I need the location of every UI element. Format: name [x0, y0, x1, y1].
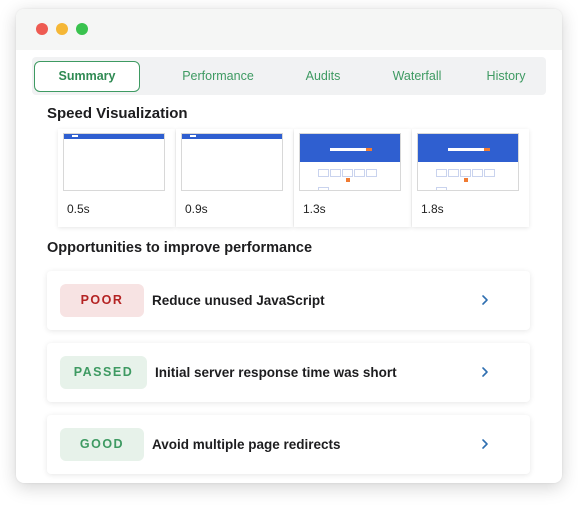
frame-time: 0.9s [185, 202, 208, 216]
frame-screenshot [299, 133, 401, 191]
chevron-right-icon[interactable] [479, 366, 491, 378]
frame-screenshot [417, 133, 519, 191]
tab-waterfall[interactable]: Waterfall [372, 57, 462, 95]
minimize-window-button[interactable] [56, 23, 68, 35]
filmstrip-frame: 0.9s [176, 129, 293, 227]
frame-screenshot [63, 133, 165, 191]
speed-visualization-title: Speed Visualization [47, 105, 188, 122]
chevron-right-icon[interactable] [479, 294, 491, 306]
filmstrip-frame: 1.3s [294, 129, 411, 227]
status-badge: POOR [60, 284, 144, 317]
tab-bar: Summary Performance Audits Waterfall His… [32, 57, 546, 95]
filmstrip: 0.5s 0.9s 1.3s 1.8s [47, 129, 537, 229]
filmstrip-frame: 1.8s [412, 129, 529, 227]
tab-audits[interactable]: Audits [280, 57, 366, 95]
opportunity-card[interactable]: PASSED Initial server response time was … [47, 343, 530, 402]
opportunity-card[interactable]: GOOD Avoid multiple page redirects [47, 415, 530, 474]
status-badge: GOOD [60, 428, 144, 461]
opportunities-title: Opportunities to improve performance [47, 240, 313, 256]
close-window-button[interactable] [36, 23, 48, 35]
tab-history[interactable]: History [468, 57, 544, 95]
opportunity-card[interactable]: POOR Reduce unused JavaScript [47, 271, 530, 330]
status-badge: PASSED [60, 356, 147, 389]
tab-performance[interactable]: Performance [162, 57, 274, 95]
frame-time: 1.8s [421, 202, 444, 216]
frame-screenshot [181, 133, 283, 191]
frame-time: 0.5s [67, 202, 90, 216]
filmstrip-frame: 0.5s [58, 129, 175, 227]
opportunity-title: Initial server response time was short [155, 365, 397, 380]
frame-time: 1.3s [303, 202, 326, 216]
opportunity-title: Reduce unused JavaScript [152, 293, 325, 308]
title-bar [16, 9, 562, 50]
tab-summary[interactable]: Summary [34, 61, 140, 92]
maximize-window-button[interactable] [76, 23, 88, 35]
chevron-right-icon[interactable] [479, 438, 491, 450]
opportunity-title: Avoid multiple page redirects [152, 437, 341, 452]
